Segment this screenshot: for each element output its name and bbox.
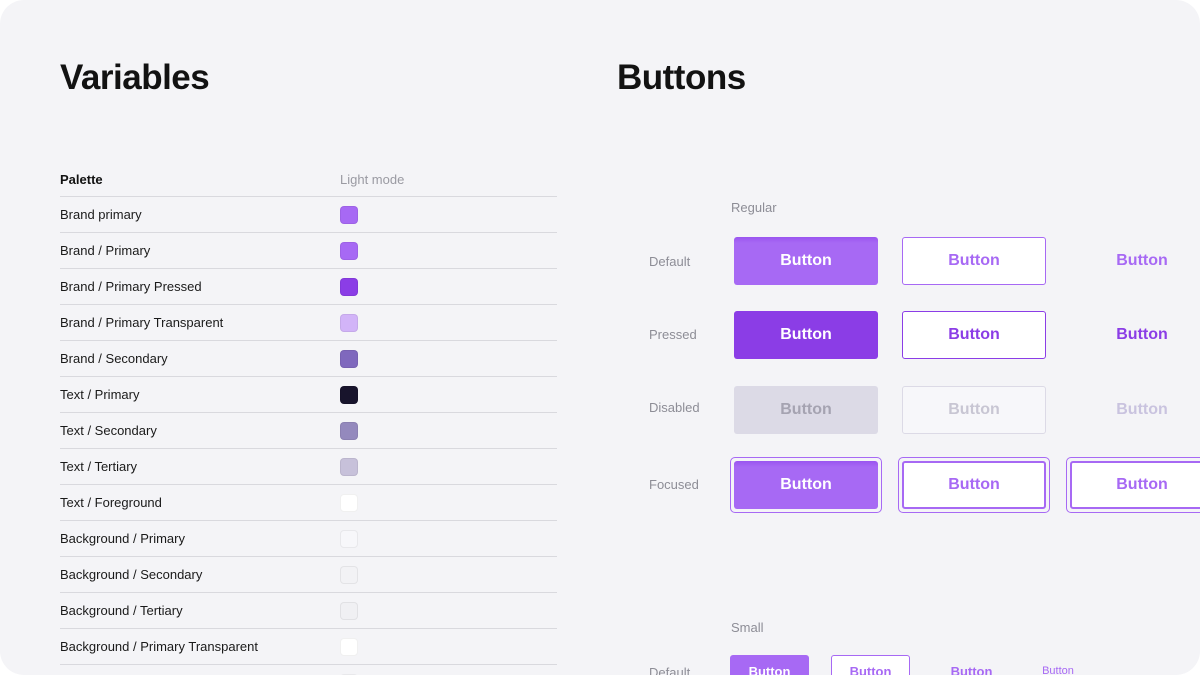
palette-row-name: Text / Foreground <box>60 495 162 510</box>
regular-section-label: Regular <box>731 200 777 215</box>
color-swatch[interactable] <box>340 313 358 332</box>
outline-button-disabled: Button <box>902 386 1046 434</box>
palette-row: Background / Tertiary <box>60 593 557 629</box>
palette-row <box>60 665 557 675</box>
palette-table: Palette Light mode Brand primary Brand / … <box>60 162 557 675</box>
state-label-pressed: Pressed <box>649 327 697 342</box>
palette-row-name: Text / Primary <box>60 387 140 402</box>
state-label-disabled: Disabled <box>649 400 700 415</box>
outline-button-focused[interactable]: Button <box>902 461 1046 509</box>
buttons-title: Buttons <box>617 58 746 97</box>
color-swatch[interactable] <box>340 241 358 260</box>
color-swatch[interactable] <box>340 205 358 224</box>
primary-button-focused[interactable]: Button <box>734 461 878 509</box>
palette-row-name: Background / Tertiary <box>60 603 183 618</box>
palette-row: Text / Secondary <box>60 413 557 449</box>
small-state-label-default: Default <box>649 665 691 675</box>
color-swatch[interactable] <box>340 349 358 368</box>
palette-row: Text / Tertiary <box>60 449 557 485</box>
palette-row: Brand / Primary <box>60 233 557 269</box>
palette-row-name: Background / Primary <box>60 531 185 546</box>
palette-row-name: Brand / Primary Transparent <box>60 315 224 330</box>
palette-row: Brand / Primary Transparent <box>60 305 557 341</box>
palette-row: Brand / Primary Pressed <box>60 269 557 305</box>
palette-row-name: Text / Tertiary <box>60 459 138 474</box>
small-primary-button-default[interactable]: Button <box>730 655 809 675</box>
palette-row-name: Brand / Secondary <box>60 351 168 366</box>
palette-row-name: Brand / Primary <box>60 243 151 258</box>
color-swatch[interactable] <box>340 601 358 620</box>
small-section-label: Small <box>731 620 764 635</box>
ghost-button-focused[interactable]: Button <box>1070 461 1200 509</box>
palette-row: Background / Primary Transparent <box>60 629 557 665</box>
color-swatch[interactable] <box>340 385 358 404</box>
palette-row-name: Brand / Primary Pressed <box>60 279 202 294</box>
color-swatch[interactable] <box>340 493 358 512</box>
palette-row-name: Background / Secondary <box>60 567 203 582</box>
primary-button-default[interactable]: Button <box>734 237 878 285</box>
color-swatch[interactable] <box>340 457 358 476</box>
palette-row: Background / Secondary <box>60 557 557 593</box>
palette-row-name: Brand primary <box>60 207 142 222</box>
state-label-default: Default <box>649 254 691 269</box>
ghost-button-default[interactable]: Button <box>1070 237 1200 285</box>
palette-row: Brand primary <box>60 197 557 233</box>
palette-row: Text / Foreground <box>60 485 557 521</box>
state-label-focused: Focused <box>649 477 699 492</box>
variables-title: Variables <box>60 58 210 97</box>
palette-row-name: Background / Primary Transparent <box>60 639 258 654</box>
palette-row: Text / Primary <box>60 377 557 413</box>
palette-rows: Brand primary Brand / Primary Brand / Prim… <box>60 197 557 675</box>
xsmall-ghost-button-default[interactable]: Button <box>1030 655 1086 675</box>
outline-button-pressed[interactable]: Button <box>902 311 1046 359</box>
palette-row: Brand / Secondary <box>60 341 557 377</box>
palette-row-name: Text / Secondary <box>60 423 157 438</box>
color-swatch[interactable] <box>340 565 358 584</box>
palette-column-header: Palette <box>60 171 103 187</box>
outline-button-default[interactable]: Button <box>902 237 1046 285</box>
color-swatch[interactable] <box>340 637 358 656</box>
color-swatch[interactable] <box>340 421 358 440</box>
primary-button-pressed[interactable]: Button <box>734 311 878 359</box>
ghost-button-pressed[interactable]: Button <box>1070 311 1200 359</box>
color-swatch[interactable] <box>340 529 358 548</box>
color-swatch[interactable] <box>340 277 358 296</box>
palette-row: Background / Primary <box>60 521 557 557</box>
palette-table-header: Palette Light mode <box>60 162 557 197</box>
small-outline-button-default[interactable]: Button <box>831 655 910 675</box>
primary-button-disabled: Button <box>734 386 878 434</box>
small-ghost-button-default[interactable]: Button <box>932 655 1011 675</box>
light-mode-column-header: Light mode <box>340 171 405 187</box>
design-canvas: Variables Buttons Palette Light mode Bra… <box>0 0 1200 675</box>
ghost-button-disabled: Button <box>1116 401 1168 418</box>
